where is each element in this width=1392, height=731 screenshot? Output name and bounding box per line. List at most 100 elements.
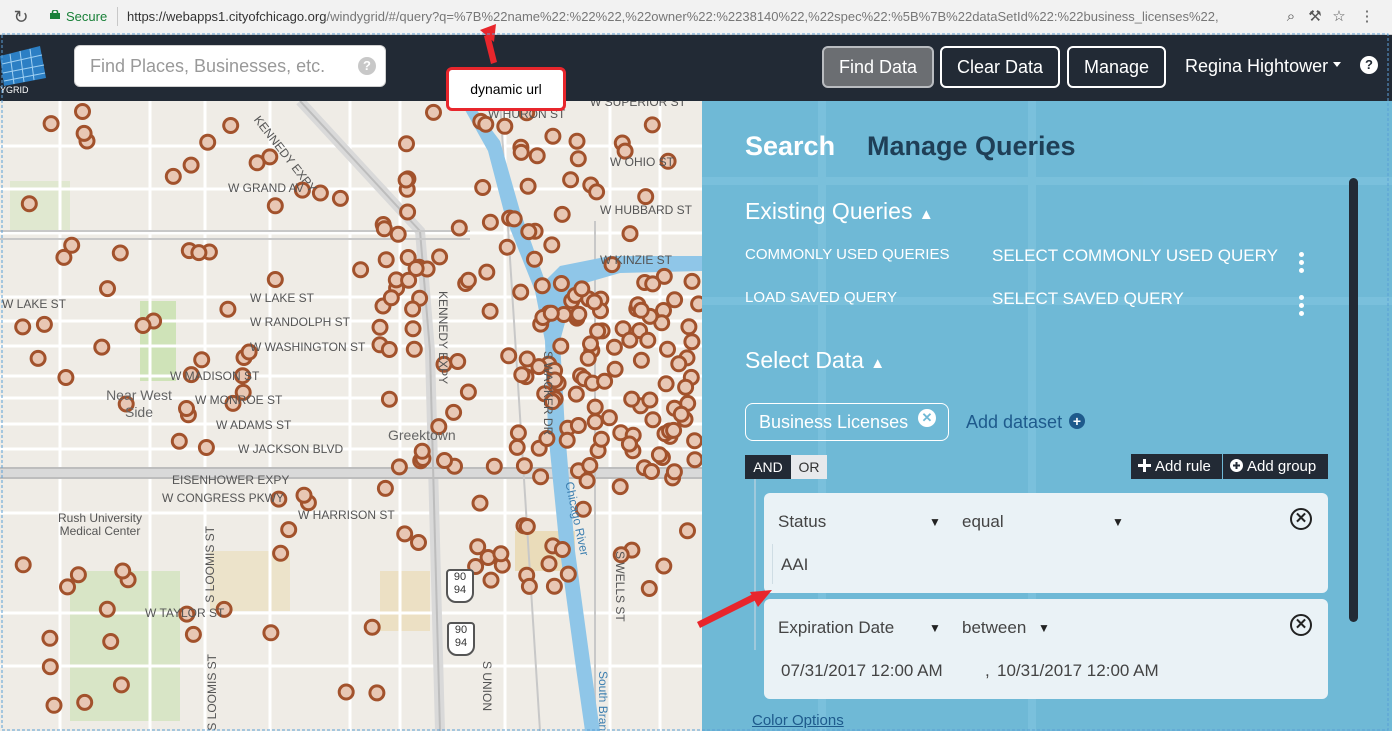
business-marker[interactable] (331, 189, 349, 207)
business-marker[interactable] (170, 432, 188, 450)
business-marker[interactable] (280, 521, 298, 539)
business-marker[interactable] (57, 369, 75, 386)
business-marker[interactable] (569, 417, 587, 434)
paint-roller-icon[interactable]: ⚒ (1304, 6, 1326, 28)
business-marker[interactable] (197, 439, 215, 456)
business-marker[interactable] (376, 479, 394, 497)
business-marker[interactable] (75, 124, 93, 142)
business-marker[interactable] (337, 683, 355, 701)
business-marker[interactable] (545, 577, 563, 595)
business-marker[interactable] (112, 676, 130, 694)
business-marker[interactable] (114, 562, 132, 580)
business-marker[interactable] (680, 318, 698, 336)
manage-button[interactable]: Manage (1067, 46, 1166, 88)
business-marker[interactable] (111, 244, 129, 262)
business-marker[interactable] (683, 272, 701, 290)
business-marker[interactable] (513, 366, 531, 384)
business-marker[interactable] (371, 318, 389, 336)
business-marker[interactable] (621, 331, 639, 349)
business-marker[interactable] (382, 289, 400, 307)
business-marker[interactable] (672, 405, 690, 423)
clear-data-button[interactable]: Clear Data (940, 46, 1060, 88)
business-marker[interactable] (500, 347, 518, 365)
business-marker[interactable] (474, 179, 492, 196)
business-marker[interactable] (45, 696, 63, 714)
business-marker[interactable] (637, 188, 655, 206)
business-marker[interactable] (445, 403, 463, 421)
business-marker[interactable] (586, 398, 604, 416)
add-rule-button[interactable]: Add rule (1131, 454, 1222, 479)
business-marker[interactable] (380, 341, 398, 358)
rule-operator-select[interactable]: equal (962, 512, 1004, 532)
business-marker[interactable] (219, 300, 237, 318)
business-marker[interactable] (620, 435, 638, 453)
business-marker[interactable] (570, 305, 588, 323)
business-marker[interactable] (63, 236, 81, 254)
business-marker[interactable] (569, 150, 587, 168)
business-marker[interactable] (164, 167, 182, 185)
business-marker[interactable] (459, 271, 477, 289)
business-marker[interactable] (632, 351, 650, 369)
business-marker[interactable] (76, 693, 94, 711)
date-to-input[interactable]: 10/31/2017 12:00 AM (997, 661, 1159, 681)
business-marker[interactable] (573, 280, 591, 298)
business-marker[interactable] (98, 600, 116, 618)
business-marker[interactable] (368, 684, 386, 702)
business-marker[interactable] (683, 333, 701, 351)
business-marker[interactable] (640, 580, 658, 597)
business-marker[interactable] (519, 177, 537, 195)
business-marker[interactable] (679, 522, 696, 540)
business-marker[interactable] (657, 375, 675, 393)
remove-rule-icon[interactable]: ✕ (1290, 508, 1312, 530)
business-marker[interactable] (532, 468, 550, 486)
business-marker[interactable] (248, 154, 266, 172)
business-marker[interactable] (375, 220, 393, 238)
and-toggle[interactable]: AND (745, 455, 791, 479)
business-marker[interactable] (266, 271, 284, 288)
search-help-icon[interactable]: ? (358, 57, 376, 75)
business-marker[interactable] (623, 390, 641, 408)
business-marker[interactable] (405, 340, 423, 358)
kebab-menu-icon[interactable] (1299, 252, 1304, 276)
business-marker[interactable] (559, 565, 577, 583)
business-marker[interactable] (193, 351, 211, 369)
tab-manage-queries[interactable]: Manage Queries (867, 131, 1076, 162)
business-marker[interactable] (686, 451, 702, 469)
business-marker[interactable] (496, 117, 514, 135)
menu-icon[interactable]: ⋮ (1356, 6, 1378, 28)
business-marker[interactable] (450, 219, 468, 237)
commonly-used-select[interactable]: SELECT COMMONLY USED QUERY (992, 246, 1278, 266)
business-marker[interactable] (134, 317, 152, 334)
business-marker[interactable] (481, 213, 499, 231)
business-marker[interactable] (650, 446, 668, 464)
address-bar[interactable]: https://webapps1.cityofchicago.org/windy… (127, 9, 1267, 24)
business-marker[interactable] (399, 203, 417, 221)
business-marker[interactable] (93, 338, 111, 356)
business-marker[interactable] (41, 629, 59, 647)
business-marker[interactable] (611, 478, 629, 496)
or-toggle[interactable]: OR (791, 455, 827, 479)
business-marker[interactable] (178, 400, 195, 417)
rule-field-select[interactable]: Status (778, 512, 826, 532)
business-marker[interactable] (74, 103, 91, 120)
business-marker[interactable] (655, 557, 673, 575)
windygrid-logo[interactable]: YGRID (0, 42, 50, 94)
map[interactable]: KENNEDY EXPY W GRAND AV W LAKE ST W LAKE… (0, 101, 702, 731)
business-marker[interactable] (182, 156, 200, 174)
panel-scrollbar[interactable] (1349, 178, 1358, 622)
business-marker[interactable] (520, 223, 538, 241)
business-marker[interactable] (553, 541, 571, 558)
business-marker[interactable] (686, 432, 702, 450)
business-marker[interactable] (606, 360, 624, 378)
business-marker[interactable] (102, 633, 120, 650)
business-marker[interactable] (670, 355, 688, 373)
help-icon[interactable]: ? (1360, 56, 1378, 74)
business-marker[interactable] (199, 133, 217, 151)
business-marker[interactable] (526, 250, 543, 268)
rule-value-input[interactable] (772, 544, 1322, 584)
business-marker[interactable] (363, 618, 381, 636)
business-marker[interactable] (431, 248, 449, 266)
business-marker[interactable] (459, 383, 477, 401)
business-marker[interactable] (665, 463, 683, 481)
business-marker[interactable] (266, 197, 284, 215)
